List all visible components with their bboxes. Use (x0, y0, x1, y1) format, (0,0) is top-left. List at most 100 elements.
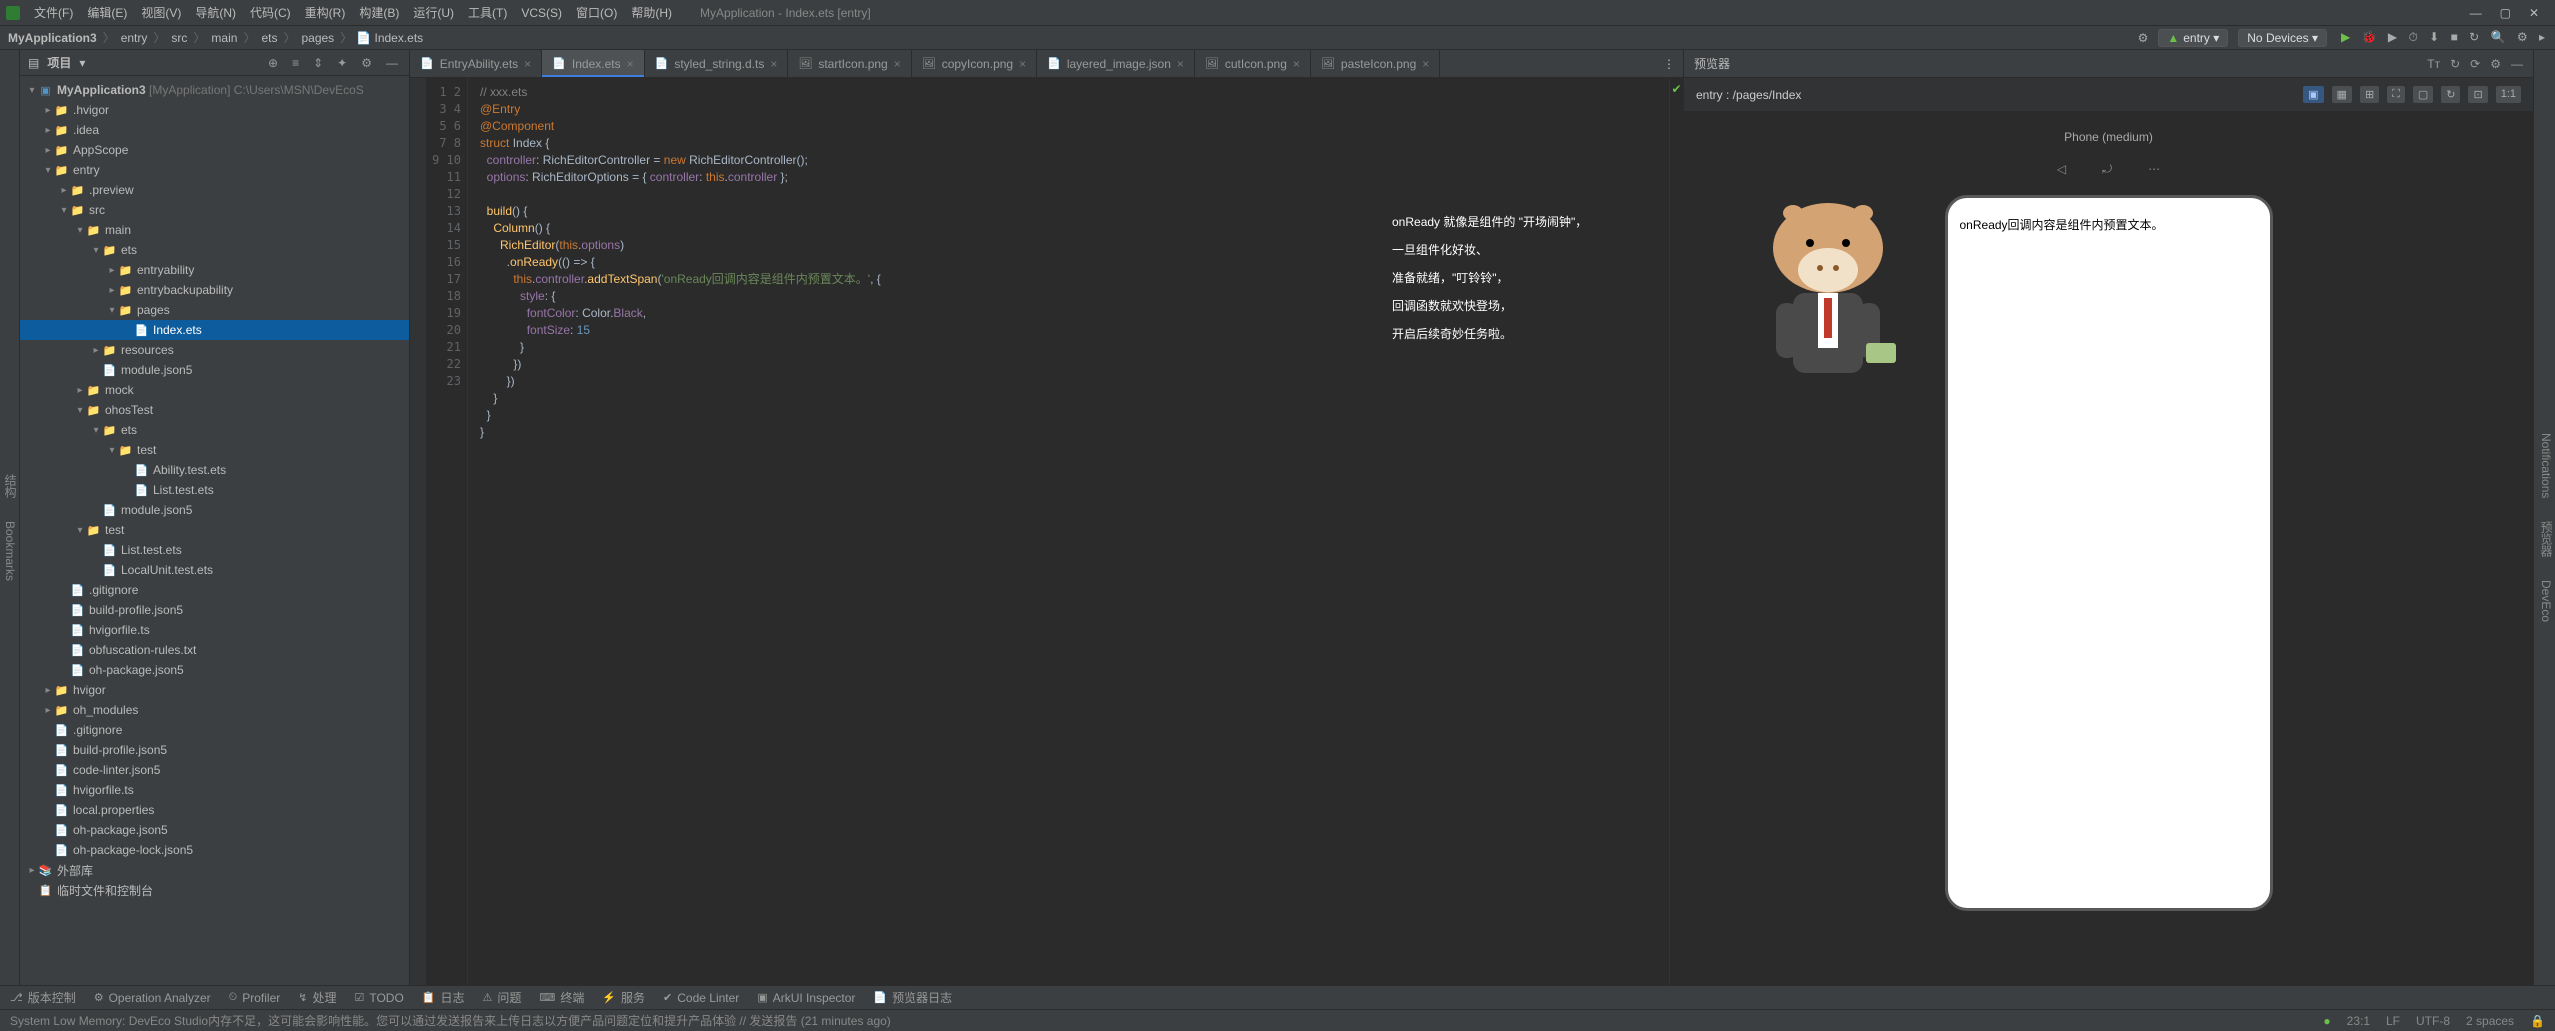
terminal-tool[interactable]: ⌨终端 (539, 989, 584, 1006)
lock-icon[interactable]: 🔒 (2530, 1014, 2545, 1028)
select-target-icon[interactable]: ⊕ (265, 56, 281, 70)
linter-tool[interactable]: ✔Code Linter (663, 991, 739, 1005)
menu-nav[interactable]: 导航(N) (189, 2, 242, 23)
breadcrumb[interactable]: ets (259, 31, 279, 45)
tree-item-index[interactable]: 📄Index.ets (20, 320, 409, 340)
tab-entryability[interactable]: 📄EntryAbility.ets× (410, 50, 542, 77)
tabs-more[interactable]: ⋮ (1655, 50, 1683, 77)
breadcrumb[interactable]: pages (299, 31, 336, 45)
log-tool[interactable]: 📋日志 (422, 989, 465, 1006)
preview-zoom-icon[interactable]: ⛶ (2387, 86, 2405, 103)
preview-mode-1[interactable]: ▣ (2303, 86, 2323, 103)
preview-more-icon[interactable]: ⋯ (2138, 158, 2170, 181)
tree-item[interactable]: ▾📁test (20, 520, 409, 540)
tree-item[interactable]: ▸📁.hvigor (20, 100, 409, 120)
close-button[interactable]: ✕ (2529, 6, 2539, 20)
phone-preview[interactable]: onReady回调内容是组件内预置文本。 (1945, 195, 2273, 911)
expand-icon[interactable]: ≡ (289, 56, 302, 70)
search-icon[interactable]: 🔍 (2487, 30, 2510, 44)
tree-item[interactable]: 📄oh-package.json5 (20, 820, 409, 840)
settings-icon[interactable]: ⚙ (2513, 30, 2532, 44)
menu-edit[interactable]: 编辑(E) (81, 2, 133, 23)
tree-item[interactable]: ▸📚外部库 (20, 860, 409, 880)
preview-inspect-icon[interactable]: ⊡ (2468, 86, 2487, 103)
profiler-tool[interactable]: ⏲Profiler (229, 991, 281, 1005)
structure-tool[interactable]: 结构 (3, 474, 17, 498)
tree-item[interactable]: ▸📁.preview (20, 180, 409, 200)
status-message[interactable]: System Low Memory: DevEco Studio内存不足，这可能… (10, 1012, 891, 1029)
tree-item[interactable]: 📄build-profile.json5 (20, 740, 409, 760)
tab-starticon[interactable]: 🖼startIcon.png× (788, 50, 911, 77)
tree-item[interactable]: 📄module.json5 (20, 500, 409, 520)
tab-cuticon[interactable]: 🖼cutIcon.png× (1195, 50, 1311, 77)
breadcrumb-module[interactable]: entry (119, 31, 150, 45)
tree-item-entry[interactable]: ▾📁entry (20, 160, 409, 180)
preview-log-tool[interactable]: 📄预览器日志 (873, 989, 952, 1006)
menu-code[interactable]: 代码(C) (244, 2, 297, 23)
tree-item[interactable]: 📄Ability.test.ets (20, 460, 409, 480)
breadcrumb[interactable]: src (169, 31, 189, 45)
tree-item[interactable]: 📄hvigorfile.ts (20, 620, 409, 640)
code-editor[interactable]: // xxx.ets @Entry @Component struct Inde… (468, 78, 1669, 985)
tab-pasteicon[interactable]: 🖼pasteIcon.png× (1311, 50, 1440, 77)
gear-icon[interactable]: ⚙ (358, 56, 375, 70)
services-tool[interactable]: ⚡服务 (602, 989, 645, 1006)
tree-item[interactable]: ▾📁ohosTest (20, 400, 409, 420)
device-dropdown[interactable]: No Devices ▾ (2238, 29, 2327, 47)
tree-item[interactable]: ▸📁oh_modules (20, 700, 409, 720)
op-analyzer-tool[interactable]: ⚙Operation Analyzer (94, 991, 211, 1005)
tree-item[interactable]: 📄module.json5 (20, 360, 409, 380)
menu-tools[interactable]: 工具(T) (462, 2, 513, 23)
run-config-dropdown[interactable]: ▲entry ▾ (2158, 29, 2228, 47)
menu-run[interactable]: 运行(U) (407, 2, 460, 23)
breadcrumb-project[interactable]: MyApplication3 (6, 31, 99, 45)
preview-grid-icon[interactable]: ⊞ (2360, 86, 2379, 103)
tree-item[interactable]: ▸📁.idea (20, 120, 409, 140)
settings-icon[interactable]: ⚙ (2138, 31, 2149, 45)
attach-icon[interactable]: ⬇ (2425, 30, 2443, 44)
tree-item[interactable]: 📄oh-package.json5 (20, 660, 409, 680)
problems-tool[interactable]: ⚠问题 (483, 989, 522, 1006)
tab-layered[interactable]: 📄layered_image.json× (1037, 50, 1195, 77)
menu-build[interactable]: 构建(B) (353, 2, 405, 23)
tab-styled[interactable]: 📄styled_string.d.ts× (645, 50, 789, 77)
menu-view[interactable]: 视图(V) (135, 2, 187, 23)
tree-item[interactable]: ▸📁resources (20, 340, 409, 360)
tree-item[interactable]: 📄.gitignore (20, 720, 409, 740)
stop-icon[interactable]: ■ (2447, 30, 2462, 44)
profile-icon[interactable]: ⏱ (2404, 30, 2421, 44)
refresh-icon[interactable]: ↻ (2450, 57, 2460, 71)
tab-copyicon[interactable]: 🖼copyIcon.png× (912, 50, 1037, 77)
menu-help[interactable]: 帮助(H) (625, 2, 678, 23)
tree-item[interactable]: ▸📁entryability (20, 260, 409, 280)
preview-reload-icon[interactable]: ↻ (2441, 86, 2460, 103)
tree-item[interactable]: ▾📁pages (20, 300, 409, 320)
sync-icon[interactable]: ↻ (2465, 30, 2483, 44)
settings-icon[interactable]: ✦ (334, 56, 350, 70)
run-icon[interactable]: ▶ (2337, 30, 2354, 44)
tree-item[interactable]: ▸📁AppScope (20, 140, 409, 160)
indent-setting[interactable]: 2 spaces (2466, 1014, 2514, 1028)
collapse-icon[interactable]: ⇕ (310, 56, 326, 70)
menu-file[interactable]: 文件(F) (28, 2, 79, 23)
tree-item[interactable]: ▾📁ets (20, 420, 409, 440)
tree-item[interactable]: 📄List.test.ets (20, 480, 409, 500)
tree-item[interactable]: ▸📁hvigor (20, 680, 409, 700)
tree-item[interactable]: 📄LocalUnit.test.ets (20, 560, 409, 580)
preview-mode-2[interactable]: ▦ (2332, 86, 2352, 103)
tree-item[interactable]: 📄hvigorfile.ts (20, 780, 409, 800)
debug-icon[interactable]: 🐞 (2358, 30, 2381, 44)
minimize-button[interactable]: — (2470, 6, 2482, 20)
tree-item[interactable]: ▾📁src (20, 200, 409, 220)
font-size-icon[interactable]: Tт (2427, 57, 2440, 71)
todo-tool[interactable]: ☑TODO (354, 991, 403, 1005)
hide-icon[interactable]: — (2511, 57, 2523, 71)
menu-window[interactable]: 窗口(O) (570, 2, 623, 23)
hilog-tool[interactable]: ↯处理 (298, 989, 336, 1006)
tree-item[interactable]: 📋临时文件和控制台 (20, 880, 409, 900)
hide-icon[interactable]: — (383, 56, 401, 70)
tree-item[interactable]: ▾📁ets (20, 240, 409, 260)
tree-item[interactable]: 📄obfuscation-rules.txt (20, 640, 409, 660)
coverage-icon[interactable]: ▶ (2384, 30, 2401, 44)
previewer-tool[interactable]: 预览器 (2539, 521, 2553, 557)
